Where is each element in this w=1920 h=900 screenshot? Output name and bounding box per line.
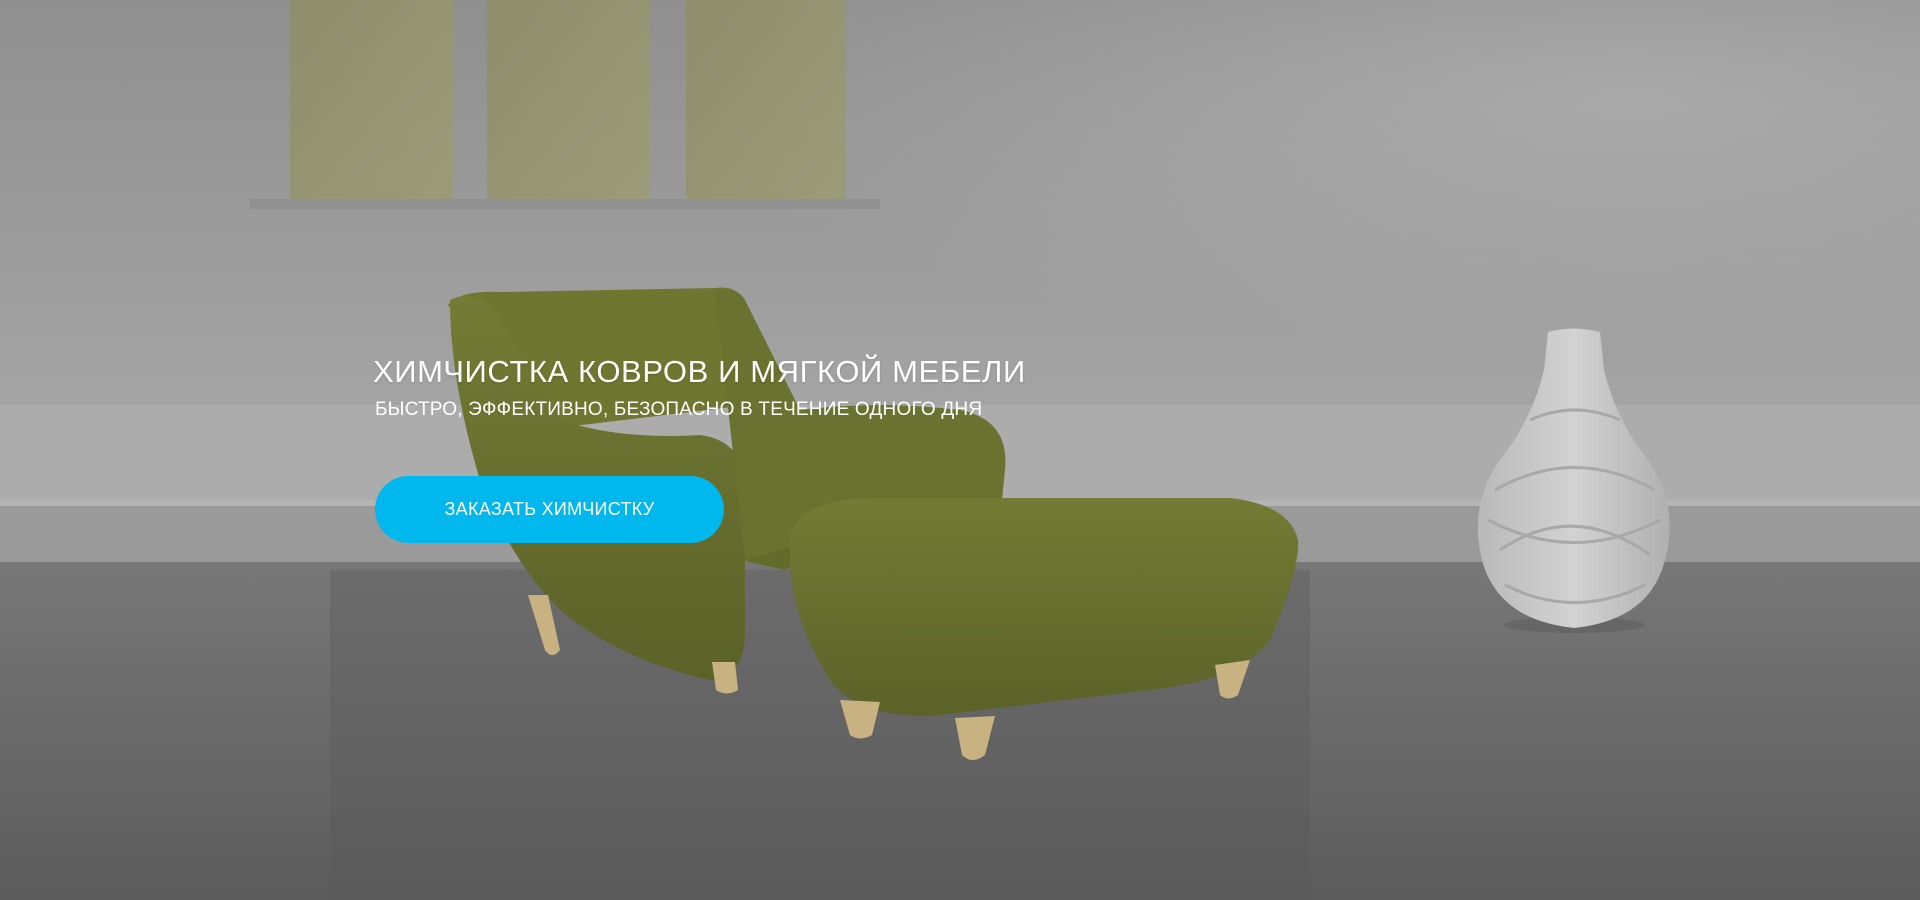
hero-title: ХИМЧИСТКА КОВРОВ И МЯГКОЙ МЕБЕЛИ [373, 354, 1026, 389]
order-cleaning-button[interactable]: ЗАКАЗАТЬ ХИМЧИСТКУ [375, 476, 724, 543]
hero-section: ХИМЧИСТКА КОВРОВ И МЯГКОЙ МЕБЕЛИ БЫСТРО,… [0, 0, 1920, 900]
hero-content: ХИМЧИСТКА КОВРОВ И МЯГКОЙ МЕБЕЛИ БЫСТРО,… [373, 352, 1273, 543]
hero-subtitle: БЫСТРО, ЭФФЕКТИВНО, БЕЗОПАСНО В ТЕЧЕНИЕ … [375, 399, 983, 420]
hero-overlay [0, 0, 1920, 900]
